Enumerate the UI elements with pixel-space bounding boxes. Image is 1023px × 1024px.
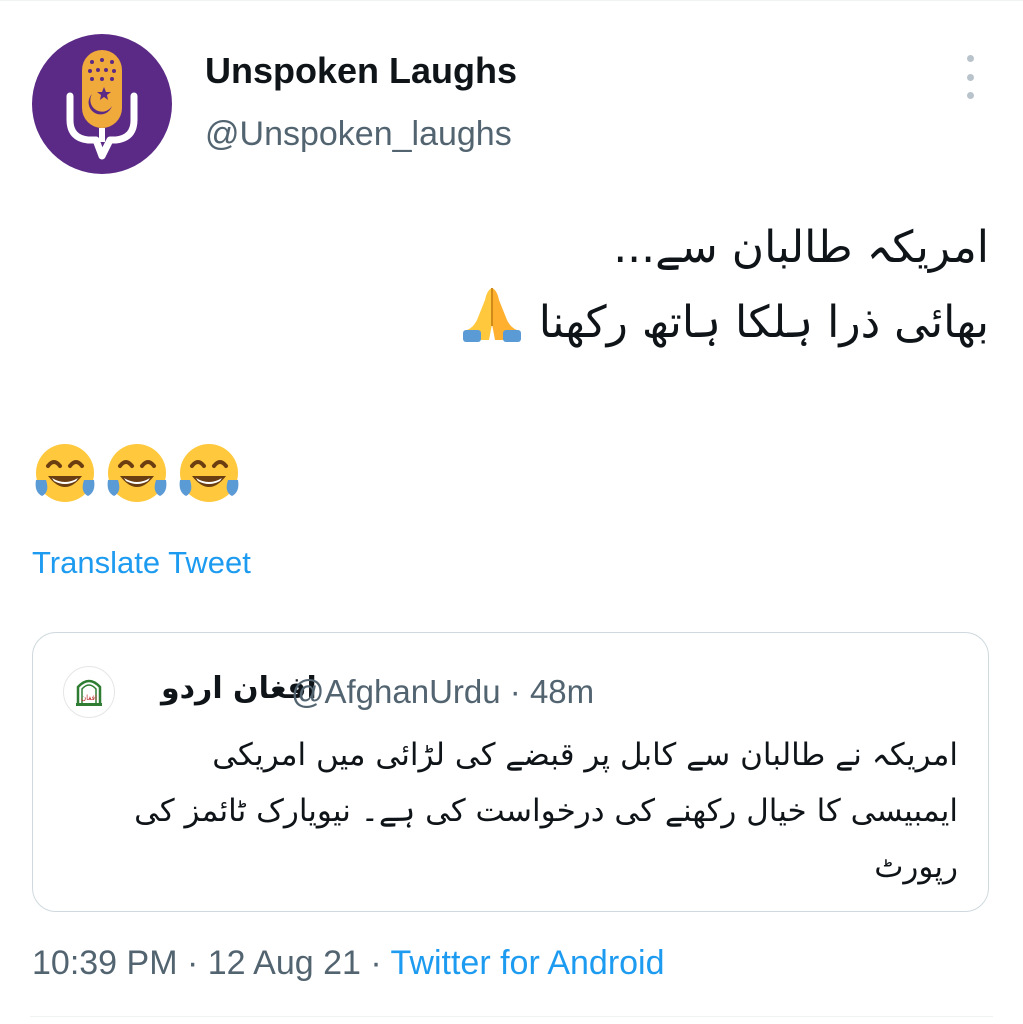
svg-text:افغان: افغان — [81, 694, 97, 702]
tears-of-joy-emoji — [32, 440, 98, 506]
meta-separator: · — [177, 944, 208, 982]
translate-tweet-link[interactable]: Translate Tweet — [32, 545, 251, 581]
author-handle[interactable]: @Unspoken_laughs — [205, 115, 512, 154]
quoted-tweet-card[interactable]: افغان افغان اردو @AfghanUrdu · 48m امریک… — [32, 632, 989, 912]
quote-text: امریکہ نے طالبان سے کابل پر قبضے کی لڑائ… — [78, 727, 958, 895]
tweet-line-2-wrap: بھائی ذرا ہلکا ہاتھ رکھنا — [89, 284, 989, 366]
quote-line-1: امریکہ نے طالبان سے کابل پر قبضے کی لڑائ… — [212, 737, 958, 773]
top-divider — [0, 0, 1023, 1]
tweet-line-1: امریکہ طالبان سے... — [613, 222, 989, 273]
quote-line-3: رپورٹ — [874, 849, 958, 885]
quote-author-handle[interactable]: @AfghanUrdu — [291, 673, 501, 710]
quote-author-handle-time: @AfghanUrdu · 48m — [291, 673, 594, 711]
tweet-text: امریکہ طالبان سے... بھائی ذرا ہلکا ہاتھ … — [89, 212, 989, 366]
author-display-name[interactable]: Unspoken Laughs — [205, 50, 517, 92]
tweet-line-2: بھائی ذرا ہلکا ہاتھ رکھنا — [538, 297, 989, 348]
emoji-row — [32, 440, 242, 506]
folded-hands-emoji — [459, 284, 525, 366]
more-vertical-icon[interactable] — [955, 55, 985, 99]
microphone-speech-bubble-logo — [66, 50, 138, 160]
quote-line-2: ایمبیسی کا خیال رکھنے کی درخواست کی ہے۔ … — [134, 793, 958, 829]
tears-of-joy-emoji — [104, 440, 170, 506]
quote-time: · 48m — [509, 673, 595, 710]
afghan-urdu-logo[interactable]: افغان — [63, 666, 115, 718]
bottom-divider — [30, 1016, 993, 1017]
tweet-meta: 10:39 PM · 12 Aug 21 · Twitter for Andro… — [32, 944, 665, 983]
author-avatar[interactable] — [32, 34, 172, 174]
tweet-source-link[interactable]: Twitter for Android — [391, 944, 665, 982]
tweet-time[interactable]: 10:39 PM — [32, 944, 178, 982]
meta-separator: · — [360, 944, 391, 982]
tweet-date[interactable]: 12 Aug 21 — [208, 944, 361, 982]
tears-of-joy-emoji — [176, 440, 242, 506]
